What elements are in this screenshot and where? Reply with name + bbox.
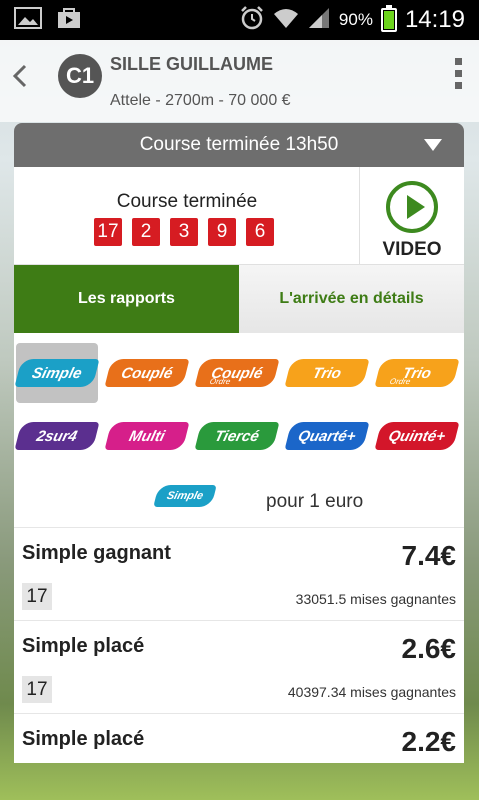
- bet-row: Simple Couplé Couplé Ordre Trio Trio Ordre: [14, 341, 464, 404]
- bet-chip: Trio: [284, 358, 370, 387]
- race-header: C1 SILLE GUILLAUME Attele - 2700m - 70 0…: [0, 40, 479, 122]
- race-info: Attele - 2700m - 70 000 €: [110, 92, 291, 109]
- video-button[interactable]: VIDEO: [359, 167, 464, 265]
- play-icon: [386, 181, 438, 233]
- battery-icon: [380, 5, 397, 32]
- bet-2sur4[interactable]: 2sur4: [14, 406, 100, 466]
- tab-arrivee-details[interactable]: L'arrivée en détails: [239, 265, 464, 333]
- result-number: 3: [170, 218, 198, 246]
- payout-row: Simple placé 2.2€: [14, 713, 464, 763]
- bet-chip-small: Simple: [153, 485, 217, 507]
- bet-chip: Simple: [14, 358, 100, 387]
- tabs: Les rapports L'arrivée en détails: [14, 265, 464, 333]
- payout-row: Simple placé 2.6€ 17 40397.34 mises gagn…: [14, 620, 464, 713]
- result-number: 17: [94, 218, 122, 246]
- result-numbers: 17 2 3 9 6: [94, 218, 274, 246]
- status-bar: 90% 14:19: [0, 0, 479, 40]
- bet-quinte[interactable]: Quinté+: [374, 406, 460, 466]
- signal-icon: [307, 6, 331, 35]
- bet-couple-ordre[interactable]: Couplé Ordre: [194, 343, 280, 403]
- bet-chip: Couplé Ordre: [194, 358, 280, 387]
- horse-number: 17: [22, 583, 52, 610]
- per-euro-text: pour 1 euro: [266, 491, 364, 512]
- bet-multi[interactable]: Multi: [104, 406, 190, 466]
- payout-value: 2.6€: [401, 633, 457, 664]
- overflow-menu-icon[interactable]: [455, 58, 463, 94]
- race-name: SILLE GUILLAUME: [110, 54, 273, 74]
- horse-number: 17: [22, 676, 52, 703]
- payout-row: Simple gagnant 7.4€ 17 33051.5 mises gag…: [14, 527, 464, 620]
- winning-bets: 33051.5 mises gagnantes: [295, 591, 456, 607]
- bet-chip: Tiercé: [194, 421, 280, 450]
- result-title: Course terminée: [116, 191, 258, 212]
- winning-bets: 40397.34 mises gagnantes: [287, 684, 456, 700]
- bet-trio[interactable]: Trio: [284, 343, 370, 403]
- bet-chip: Trio Ordre: [374, 358, 460, 387]
- payout-name: Simple gagnant: [22, 542, 171, 564]
- result-number: 9: [208, 218, 236, 246]
- bet-couple[interactable]: Couplé: [104, 343, 190, 403]
- bet-chip: Multi: [104, 421, 190, 450]
- payout-name: Simple placé: [22, 635, 145, 657]
- bet-chip: Quinté+: [374, 421, 460, 450]
- bet-tierce[interactable]: Tiercé: [194, 406, 280, 466]
- bet-quarte[interactable]: Quarté+: [284, 406, 370, 466]
- tab-les-rapports[interactable]: Les rapports: [14, 265, 239, 333]
- bet-row: 2sur4 Multi Tiercé Quarté+ Quinté+: [14, 404, 464, 467]
- alarm-icon: [239, 5, 265, 36]
- race-status-label: Course terminée 13h50: [139, 134, 339, 155]
- store-icon: [56, 6, 82, 35]
- payout-value: 7.4€: [401, 540, 457, 571]
- clock: 14:19: [404, 6, 465, 33]
- wifi-icon: [273, 6, 299, 35]
- payout-name: Simple placé: [22, 728, 145, 750]
- bet-trio-ordre[interactable]: Trio Ordre: [374, 343, 460, 403]
- bet-simple[interactable]: Simple: [14, 342, 100, 403]
- bet-chip: 2sur4: [14, 421, 100, 450]
- battery-percent: 90%: [338, 10, 373, 29]
- result-number: 6: [246, 218, 274, 246]
- race-status-dropdown[interactable]: Course terminée 13h50: [14, 123, 464, 167]
- bet-chip: Couplé: [104, 358, 190, 387]
- race-badge: C1: [58, 54, 102, 98]
- result-area: Course terminée 17 2 3 9 6 VIDEO: [14, 167, 464, 265]
- chevron-left-icon: [12, 64, 27, 88]
- video-label: VIDEO: [382, 239, 442, 260]
- per-euro-line: Simple pour 1 euro: [14, 467, 464, 527]
- result-number: 2: [132, 218, 160, 246]
- bet-chip: Quarté+: [284, 421, 370, 450]
- picture-icon: [14, 6, 42, 35]
- payout-value: 2.2€: [401, 726, 457, 757]
- bet-type-selector: Simple Couplé Couplé Ordre Trio Trio Ordre…: [14, 333, 464, 467]
- main-panel: Course terminée 13h50 Course terminée 17…: [14, 123, 464, 763]
- dropdown-triangle-icon: [424, 139, 442, 151]
- back-button[interactable]: [10, 64, 32, 90]
